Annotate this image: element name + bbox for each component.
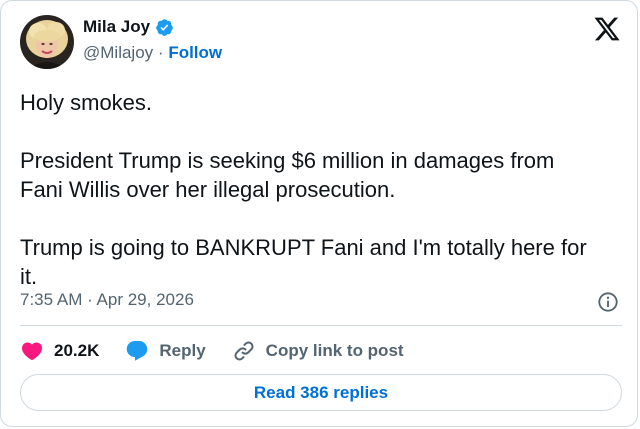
avatar[interactable] [20,15,74,69]
like-button[interactable]: 20.2K [20,339,99,363]
speech-bubble-icon [127,341,148,361]
copy-link-button[interactable]: Copy link to post [232,339,404,363]
embedded-post-card: Mila Joy @Milajoy · Follow Holy smokes. … [0,0,638,427]
author-handle-row: @Milajoy · Follow [83,43,222,63]
author-handle[interactable]: @Milajoy [83,43,153,62]
copy-link-label: Copy link to post [265,341,404,360]
avatar-image [20,15,74,69]
author-name-row: Mila Joy [83,17,174,37]
follow-button[interactable]: Follow [168,43,222,62]
action-bar: 20.2K Reply Copy link to post [20,337,430,365]
author-display-name[interactable]: Mila Joy [83,17,150,37]
heart-icon [21,342,43,361]
like-count: 20.2K [54,341,100,360]
info-icon[interactable] [597,291,619,313]
read-replies-button[interactable]: Read 386 replies [20,374,622,411]
x-logo-icon[interactable] [593,15,621,43]
reply-button[interactable]: Reply [125,339,206,363]
separator: · [157,43,164,62]
reply-label: Reply [159,341,206,360]
verified-badge-icon [156,18,173,36]
divider [20,325,622,326]
link-icon [234,341,254,361]
post-text: Holy smokes. President Trump is seeking … [20,90,587,289]
post-timestamp[interactable]: 7:35 AM · Apr 29, 2026 [20,290,194,310]
